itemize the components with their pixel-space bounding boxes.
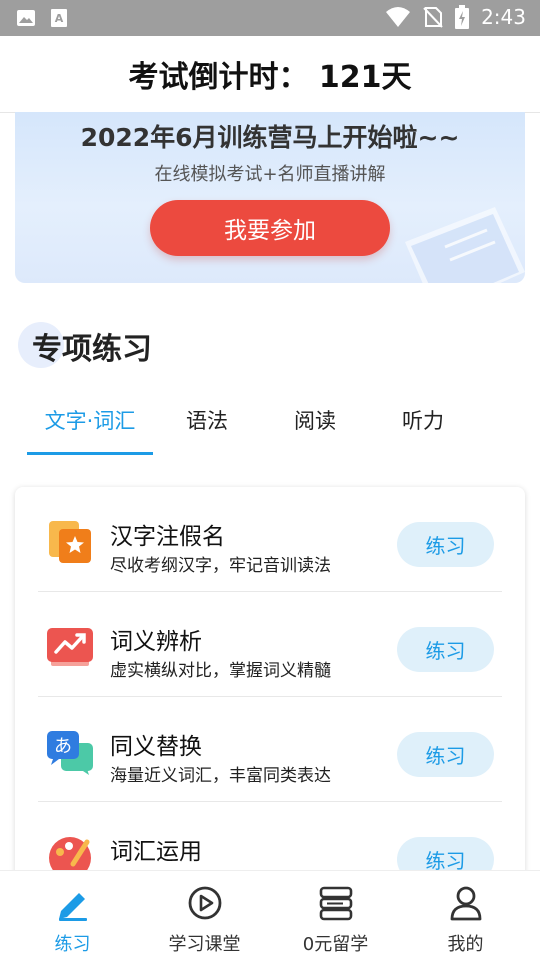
nav-label: 学习课堂: [168, 934, 241, 955]
section-title: 专项练习: [18, 320, 152, 372]
tab-grammar[interactable]: 语法: [167, 395, 247, 453]
text-icon: A: [51, 9, 67, 27]
svg-text:A: A: [55, 12, 64, 25]
nav-label: 我的: [447, 934, 484, 955]
book-illustration-icon: [405, 207, 525, 283]
join-button[interactable]: 我要参加: [150, 200, 390, 256]
banner-title: 2022年6月训练营马上开始啦~~: [80, 123, 460, 152]
item-name: 汉字注假名: [110, 524, 225, 550]
nav-label: 0元留学: [302, 934, 369, 955]
item-desc: 尽收考纲汉字，牢记音训读法: [110, 556, 331, 576]
list-item[interactable]: あ 同义替换 海量近义词汇，丰富同类表达 练习: [15, 697, 525, 802]
nav-study-abroad[interactable]: 0元留学: [268, 871, 403, 961]
play-circle-icon: [188, 886, 221, 920]
list-item[interactable]: 词义辨析 虚实横纵对比，掌握词义精髓 练习: [15, 592, 525, 697]
svg-text:あ: あ: [54, 736, 72, 757]
exam-countdown-header: 考试倒计时： 121天: [0, 36, 540, 113]
tab-listening[interactable]: 听力: [383, 395, 463, 453]
no-sim-icon: [423, 7, 443, 28]
nav-profile[interactable]: 我的: [398, 871, 533, 961]
practice-list-card: 汉字注假名 尽收考纲汉字，牢记音训读法 练习 词义辨析 虚实横纵对比，掌握词义精…: [15, 487, 525, 907]
nav-practice[interactable]: 练习: [5, 871, 140, 961]
pencil-icon: [58, 893, 87, 921]
practice-button[interactable]: 练习: [397, 522, 494, 567]
image-icon: [17, 10, 35, 26]
item-desc: 虚实横纵对比，掌握词义精髓: [110, 661, 331, 681]
camp-banner[interactable]: 2022年6月训练营马上开始啦~~ 在线模拟考试+名师直播讲解 我要参加: [15, 112, 525, 283]
page-title: 考试倒计时： 121天: [128, 60, 412, 95]
nav-classroom[interactable]: 学习课堂: [137, 871, 272, 961]
tab-reading[interactable]: 阅读: [275, 395, 355, 453]
star-book-icon: [49, 521, 91, 563]
banner-subtitle: 在线模拟考试+名师直播讲解: [154, 164, 386, 185]
battery-charging-icon: [455, 5, 470, 29]
item-name: 同义替换: [110, 734, 202, 760]
bottom-navigation: 练习 学习课堂 0元留学 我的: [0, 870, 540, 961]
item-name: 词汇运用: [110, 839, 202, 865]
item-desc: 海量近义词汇，丰富同类表达: [110, 766, 331, 786]
section-title-text: 专项练习: [32, 332, 152, 367]
active-tab-indicator: [27, 452, 153, 455]
item-name: 词义辨析: [110, 629, 202, 655]
practice-button[interactable]: 练习: [397, 732, 494, 777]
list-item[interactable]: 汉字注假名 尽收考纲汉字，牢记音训读法 练习: [15, 487, 525, 592]
status-time: 2:43: [481, 5, 526, 29]
translate-icon: あ: [47, 731, 93, 775]
tab-vocabulary[interactable]: 文字·词汇: [27, 395, 153, 453]
category-tabs: 文字·词汇 语法 阅读 听力: [0, 395, 540, 457]
practice-button[interactable]: 练习: [397, 627, 494, 672]
books-stack-icon: [319, 886, 352, 921]
wifi-icon: [386, 7, 411, 27]
nav-label: 练习: [54, 934, 91, 955]
user-icon: [450, 886, 481, 921]
trend-chart-icon: [47, 628, 93, 666]
status-bar: A 2:43: [0, 0, 540, 36]
